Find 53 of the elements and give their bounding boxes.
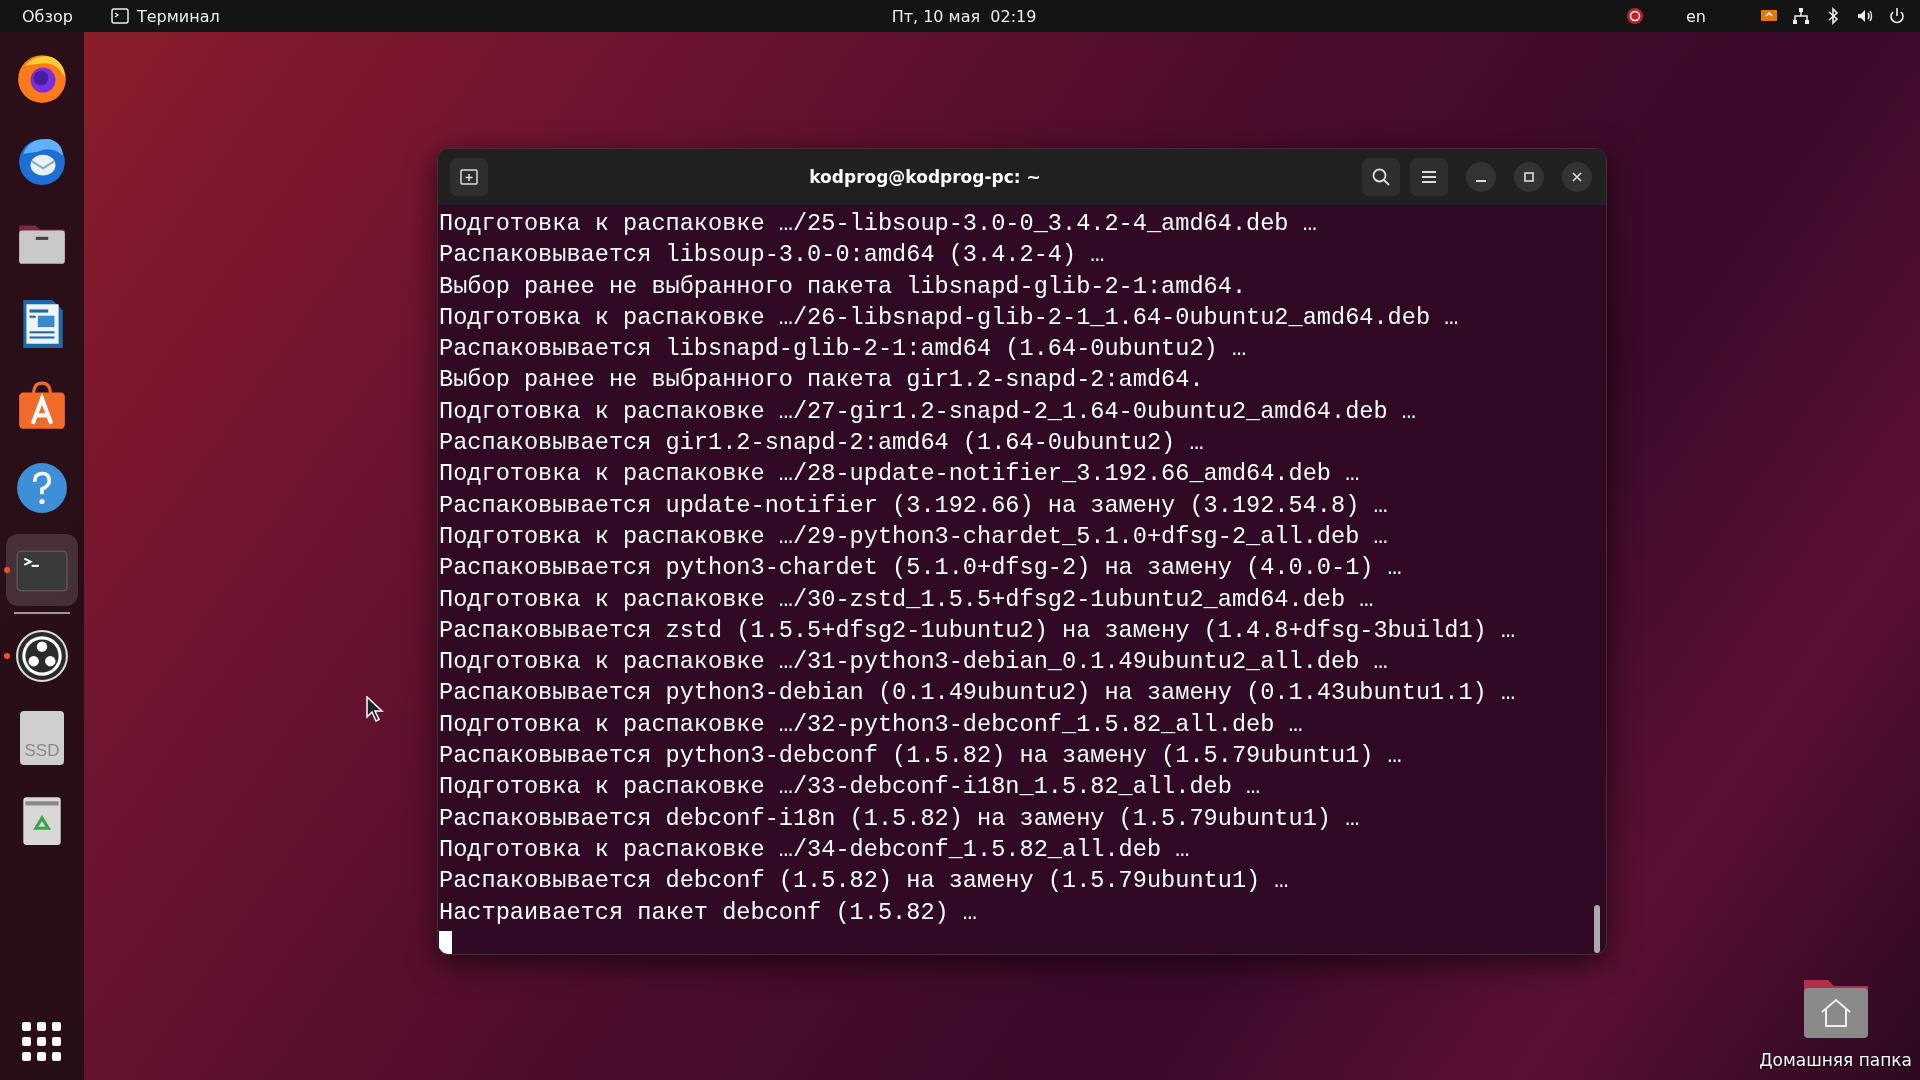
terminal-line: Подготовка к распаковке …/32-python3-debconf_1.5.82_all.deb … xyxy=(439,709,1303,740)
terminal-line: Распаковывается python3-debian (0.1.49ubuntu2) на замену (0.1.43ubuntu1.1) … xyxy=(439,678,1516,709)
terminal-line: Подготовка к распаковке …/29-python3-chardet_5.1.0+dfsg-2_all.deb … xyxy=(439,521,1388,552)
help-icon xyxy=(15,461,69,515)
running-dot xyxy=(4,653,10,659)
terminal-line: Настраивается пакет debconf (1.5.82) … xyxy=(439,897,978,928)
terminal-line: Выбор ранее не выбранного пакета gir1.2-snapd-2:amd64. xyxy=(439,365,1204,396)
new-tab-button[interactable] xyxy=(450,158,488,196)
scrollbar[interactable] xyxy=(1594,904,1600,953)
power-icon[interactable] xyxy=(1888,7,1906,25)
text-cursor xyxy=(439,930,452,954)
terminal-line: Распаковывается debconf-i18n (1.5.82) на замену (1.5.79ubuntu1) … xyxy=(439,803,1360,834)
terminal-line: Распаковывается update-notifier (3.192.66) на замену (3.192.54.8) … xyxy=(439,490,1388,521)
terminal-line: Подготовка к распаковке …/33-debconf-i18n_1.5.82_all.deb … xyxy=(439,772,1261,803)
clock[interactable]: Пт, 10 мая 02:19 xyxy=(891,6,1037,26)
drive-label: SSD xyxy=(24,741,60,761)
minimize-button[interactable] xyxy=(1466,162,1496,192)
terminal-line: Выбор ранее не выбранного пакета libsnapd-glib-2-1:amd64. xyxy=(439,271,1247,302)
terminal-line: Распаковывается libsnapd-glib-2-1:amd64 (1.64-0ubuntu2) … xyxy=(439,334,1247,365)
search-button[interactable] xyxy=(1362,158,1400,196)
new-tab-icon xyxy=(459,167,479,187)
maximize-button[interactable] xyxy=(1514,162,1544,192)
status-circle-icon[interactable] xyxy=(1626,7,1644,25)
terminal-line: Распаковывается libsoup-3.0-0:amd64 (3.4.2-4) … xyxy=(439,240,1105,271)
terminal-icon xyxy=(110,7,129,25)
terminal-line: Распаковывается debconf (1.5.82) на замену (1.5.79ubuntu1) … xyxy=(439,866,1289,897)
activities-button[interactable]: Обзор xyxy=(22,6,73,26)
terminal-line: Подготовка к распаковке …/31-python3-debian_0.1.49ubuntu2_all.deb … xyxy=(439,647,1388,678)
terminal-line: Распаковывается python3-chardet (5.1.0+dfsg-2) на замену (4.0.0-1) … xyxy=(439,553,1402,584)
terminal-line: Подготовка к распаковке …/34-debconf_1.5.82_all.deb … xyxy=(439,834,1190,865)
terminal-line: Распаковывается zstd (1.5.5+dfsg2-1ubuntu2) на замену (1.4.8+dfsg-3build1) … xyxy=(439,615,1516,646)
terminal-line: Подготовка к распаковке …/25-libsoup-3.0-0_3.4.2-4_amd64.deb … xyxy=(439,209,1317,239)
close-icon xyxy=(1571,171,1583,183)
close-button[interactable] xyxy=(1562,162,1592,192)
three-segment-circle-icon xyxy=(15,629,69,683)
minimize-icon xyxy=(1476,180,1486,182)
mouse-pointer-icon xyxy=(366,696,384,722)
terminal-line: Распаковывается python3-debconf (1.5.82) на замену (1.5.79ubuntu1) … xyxy=(439,741,1402,772)
terminal-line: Распаковывается gir1.2-snapd-2:amd64 (1.64-0ubuntu2) … xyxy=(439,428,1204,459)
terminal-line: Подготовка к распаковке …/27-gir1.2-snapd-2_1.64-0ubuntu2_amd64.deb … xyxy=(439,396,1416,427)
home-folder-label[interactable]: Домашняя папка xyxy=(1759,1050,1912,1070)
terminal-line: Подготовка к распаковке …/26-libsnapd-glib-2-1_1.64-0ubuntu2_amd64.deb … xyxy=(439,302,1459,333)
keyboard-layout[interactable]: en xyxy=(1686,6,1706,26)
running-dot xyxy=(4,567,10,573)
app-grid-icon[interactable] xyxy=(22,1022,62,1062)
search-icon xyxy=(1371,167,1391,187)
app-menu[interactable]: Терминал xyxy=(136,6,220,26)
terminal-line: Подготовка к распаковке …/28-update-notifier_3.192.66_amd64.deb … xyxy=(439,459,1360,490)
menu-button[interactable] xyxy=(1410,158,1448,196)
maximize-icon xyxy=(1523,171,1535,183)
terminal-line: Подготовка к распаковке …/30-zstd_1.5.5+dfsg2-1ubuntu2_amd64.deb … xyxy=(439,584,1374,615)
window-title: kodprog@kodprog-pc: ~ xyxy=(808,167,1042,187)
network-icon[interactable] xyxy=(1792,7,1810,25)
